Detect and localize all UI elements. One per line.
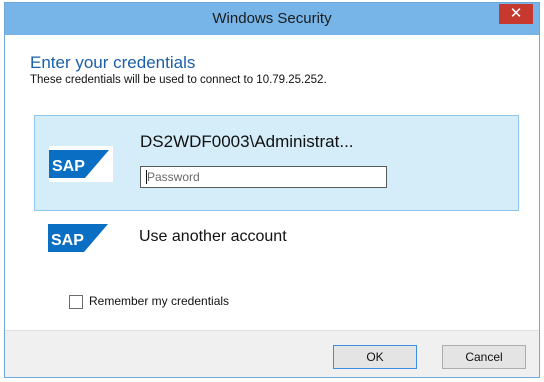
- svg-text:SAP: SAP: [52, 158, 85, 175]
- sap-logo-icon: SAP: [49, 146, 113, 182]
- password-input[interactable]: [140, 166, 387, 188]
- dialog-heading: Enter your credentials: [30, 53, 196, 72]
- remember-checkbox[interactable]: [69, 295, 83, 309]
- selected-account-tile[interactable]: SAP DS2WDF0003\Administrat...: [34, 115, 519, 211]
- credentials-dialog: Windows Security ✕ Enter your credential…: [4, 2, 540, 378]
- account-name: DS2WDF0003\Administrat...: [140, 132, 354, 151]
- cancel-button[interactable]: Cancel: [442, 345, 526, 369]
- other-account-tile[interactable]: SAP Use another account: [34, 216, 519, 264]
- sap-logo-icon: SAP: [48, 220, 112, 256]
- remember-label: Remember my credentials: [89, 294, 230, 308]
- svg-text:SAP: SAP: [51, 232, 84, 249]
- window-title: Windows Security: [212, 10, 332, 27]
- dialog-subtext: These credentials will be used to connec…: [30, 74, 327, 86]
- use-another-account-label: Use another account: [139, 228, 287, 245]
- close-icon: ✕: [509, 5, 523, 22]
- title-bar[interactable]: Windows Security ✕: [5, 3, 539, 35]
- button-bar: OK Cancel: [5, 330, 539, 377]
- ok-button[interactable]: OK: [333, 345, 417, 369]
- text-caret: [146, 170, 147, 184]
- close-button[interactable]: ✕: [499, 4, 533, 24]
